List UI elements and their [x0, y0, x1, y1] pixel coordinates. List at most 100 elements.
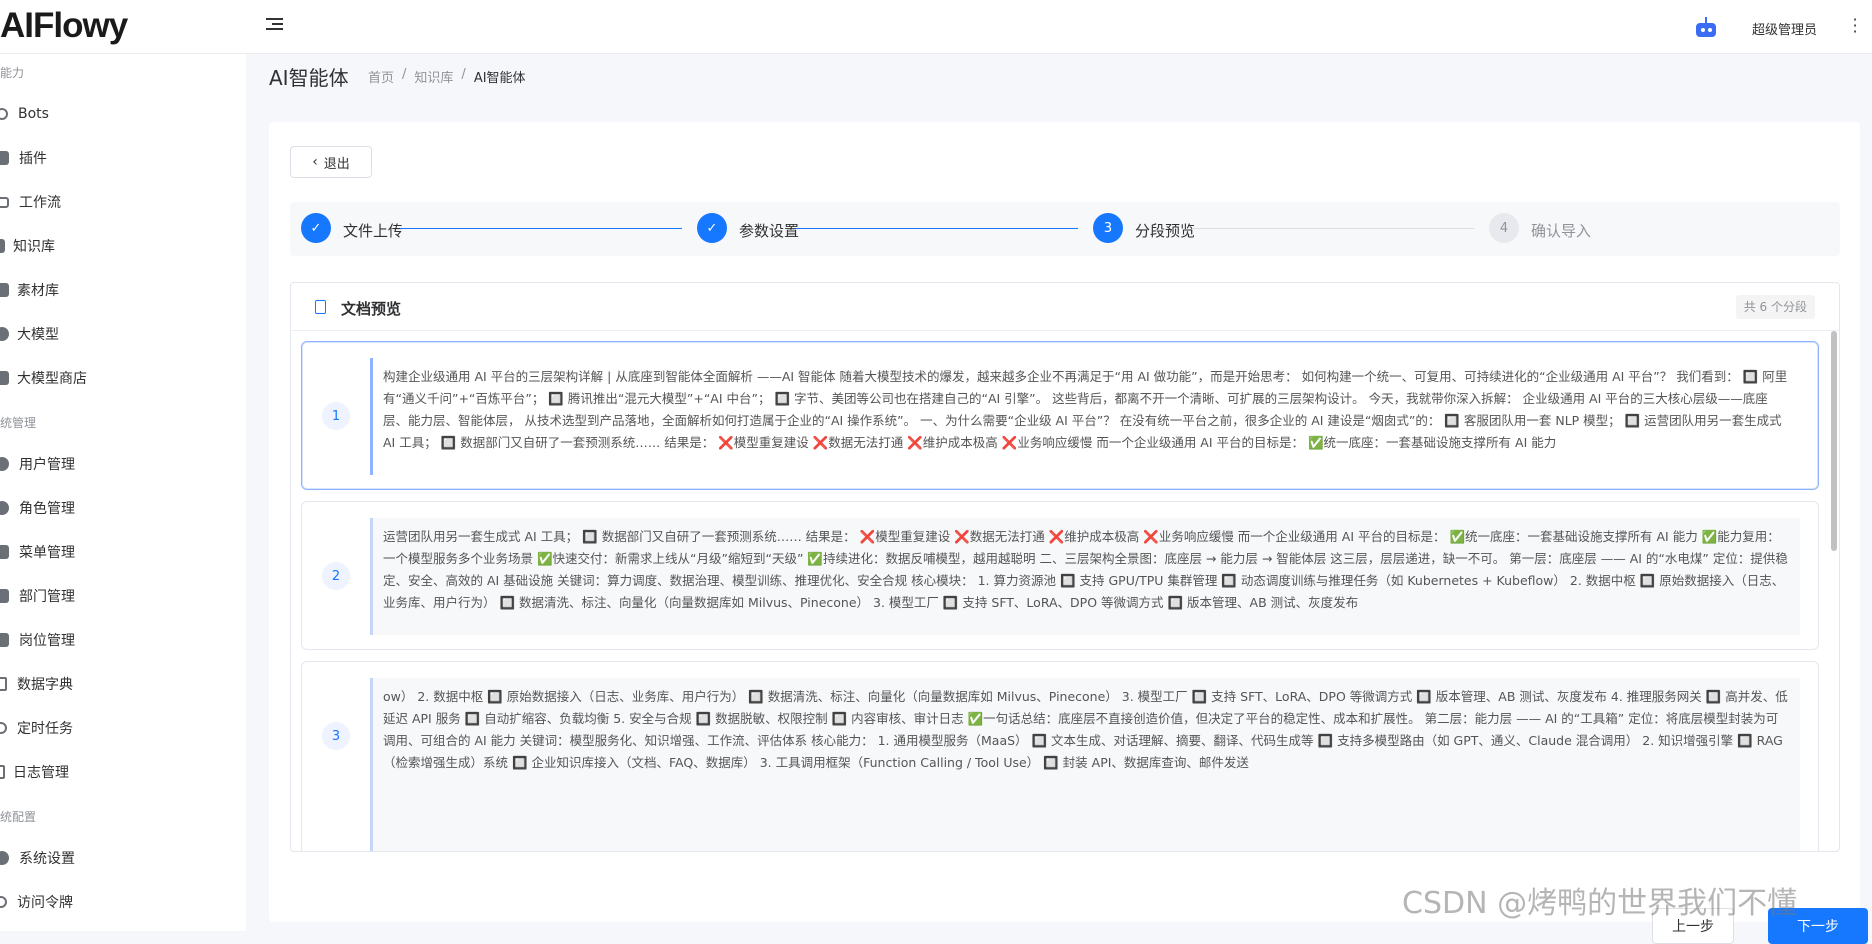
step-connector	[796, 228, 1078, 229]
step-4-number: 4	[1489, 213, 1519, 243]
sidebar-item-label: 系统设置	[19, 851, 75, 867]
user-icon	[0, 457, 9, 471]
sidebar-group-ai: 能力	[0, 66, 25, 80]
segment-text: ow） 2. 数据中枢 🔲 原始数据接入（日志、业务库、用户行为） 🔲 数据清洗…	[370, 678, 1800, 851]
preview-scrollbar[interactable]	[1831, 331, 1839, 571]
sidebar-item-label: Bots	[18, 106, 49, 122]
sidebar-item-label: 访问令牌	[17, 895, 73, 911]
sidebar-item-models[interactable]: 大模型	[0, 312, 246, 356]
main-content: AI智能体 首页 / 知识库 / AI智能体 ‹ 退出 ✓ 文件上传 ✓ 参数设…	[246, 54, 1872, 944]
sidebar-item-workflow[interactable]: 工作流	[0, 180, 246, 224]
exit-label: 退出	[323, 156, 350, 172]
dictionary-icon	[0, 677, 7, 691]
sidebar-item-label: 插件	[19, 151, 47, 167]
app-logo[interactable]: AIFlowy	[0, 6, 128, 46]
segment-number: 1	[322, 402, 350, 430]
log-icon	[0, 765, 5, 779]
sidebar-item-positions[interactable]: 岗位管理	[0, 618, 246, 662]
sidebar-item-label: 定时任务	[17, 721, 73, 737]
step-connector	[1192, 228, 1474, 229]
sidebar-item-label: 知识库	[13, 239, 55, 255]
sidebar-item-label: 素材库	[17, 283, 59, 299]
sidebar-item-users[interactable]: 用户管理	[0, 442, 246, 486]
sidebar-item-bots[interactable]: Bots	[0, 92, 246, 136]
role-icon	[0, 501, 9, 515]
step-2-label: 参数设置	[739, 222, 800, 240]
step-1-label: 文件上传	[343, 222, 404, 240]
menu-icon	[0, 545, 9, 559]
csdn-watermark: CSDN @烤鸭的世界我们不懂	[1402, 886, 1798, 921]
sidebar-item-plugins[interactable]: 插件	[0, 136, 246, 180]
step-3-number: 3	[1093, 213, 1123, 243]
breadcrumb: 首页 / 知识库 / AI智能体	[368, 67, 526, 86]
sidebar-item-model-store[interactable]: 大模型商店	[0, 356, 246, 400]
sidebar-item-label: 菜单管理	[19, 545, 75, 561]
scrollbar-thumb[interactable]	[1831, 331, 1837, 551]
sidebar-item-knowledge[interactable]: 知识库	[0, 224, 246, 268]
step-connector	[400, 228, 682, 229]
sidebar-item-access-tokens[interactable]: 访问令牌	[0, 880, 246, 924]
token-icon	[0, 896, 7, 908]
robot-avatar-icon[interactable]	[1693, 17, 1719, 39]
sidebar-group-config: 统配置	[0, 810, 37, 824]
menu-fold-icon[interactable]	[266, 18, 283, 32]
sidebar-item-label: 日志管理	[13, 765, 69, 781]
more-vertical-icon[interactable]: · · ·	[1852, 12, 1858, 40]
step-4-label: 确认导入	[1531, 222, 1592, 240]
breadcrumb-separator: /	[461, 67, 466, 82]
sidebar-item-label: 用户管理	[19, 457, 75, 473]
preview-header: 文档预览 共 6 个分段	[291, 283, 1839, 331]
breadcrumb-separator: /	[402, 67, 407, 82]
document-icon	[315, 300, 326, 314]
clock-icon	[0, 722, 7, 734]
preview-title: 文档预览	[341, 300, 402, 318]
sidebar-item-materials[interactable]: 素材库	[0, 268, 246, 312]
sidebar-item-label: 数据字典	[17, 677, 73, 693]
sidebar-item-scheduled-tasks[interactable]: 定时任务	[0, 706, 246, 750]
sidebar-group-system: 统管理	[0, 416, 37, 430]
segment-number: 3	[322, 722, 350, 750]
segment-item[interactable]: 1 构建企业级通用 AI 平台的三层架构详解 | 从底座到智能体全面解析 ——A…	[301, 341, 1819, 490]
segment-number: 2	[322, 562, 350, 590]
plugin-icon	[0, 151, 9, 165]
sidebar-item-label: 大模型	[17, 327, 59, 343]
sidebar-item-label: 角色管理	[19, 501, 75, 517]
sidebar-item-label: 工作流	[19, 195, 61, 211]
model-icon	[0, 327, 9, 341]
sidebar-item-settings[interactable]: 系统设置	[0, 836, 246, 880]
exit-button[interactable]: ‹ 退出	[290, 146, 372, 178]
chevron-left-icon: ‹	[312, 154, 318, 170]
sidebar-item-dictionary[interactable]: 数据字典	[0, 662, 246, 706]
top-bar: AIFlowy 超级管理员 · · ·	[0, 0, 1872, 54]
page-title: AI智能体	[269, 66, 349, 90]
layers-icon	[0, 283, 9, 297]
department-icon	[0, 589, 9, 603]
bot-icon	[0, 108, 8, 120]
breadcrumb-home[interactable]: 首页	[368, 67, 394, 86]
step-2-check-icon: ✓	[697, 213, 727, 243]
sidebar-item-label: 部门管理	[19, 589, 75, 605]
workflow-icon	[0, 196, 9, 208]
breadcrumb-knowledge[interactable]: 知识库	[414, 67, 453, 86]
segment-text: 运营团队用另一套生成式 AI 工具； 🔲 数据部门又自研了一套预测系统…… 结果…	[370, 518, 1800, 635]
sidebar-item-departments[interactable]: 部门管理	[0, 574, 246, 618]
step-3-label: 分段预览	[1135, 222, 1196, 240]
sidebar-item-label: 大模型商店	[17, 371, 87, 387]
segment-item[interactable]: 3 ow） 2. 数据中枢 🔲 原始数据接入（日志、业务库、用户行为） 🔲 数据…	[301, 661, 1819, 851]
sidebar: 能力 Bots 插件 工作流 知识库 素材库 大模型 大模型商店 统管理 用户管…	[0, 54, 246, 931]
import-card: ‹ 退出 ✓ 文件上传 ✓ 参数设置 3 分段预览 4 确认导入 文档预览 共 …	[269, 122, 1868, 944]
sidebar-item-roles[interactable]: 角色管理	[0, 486, 246, 530]
segment-text: 构建企业级通用 AI 平台的三层架构详解 | 从底座到智能体全面解析 ——AI …	[370, 358, 1800, 475]
segment-count-badge: 共 6 个分段	[1735, 295, 1815, 319]
breadcrumb-current: AI智能体	[473, 71, 526, 86]
sidebar-item-menus[interactable]: 菜单管理	[0, 530, 246, 574]
step-1-check-icon: ✓	[301, 213, 331, 243]
user-name[interactable]: 超级管理员	[1752, 19, 1817, 38]
book-icon	[0, 239, 5, 253]
position-icon	[0, 633, 9, 647]
sidebar-item-label: 岗位管理	[19, 633, 75, 649]
store-icon	[0, 371, 9, 385]
step-bar: ✓ 文件上传 ✓ 参数设置 3 分段预览 4 确认导入	[290, 202, 1840, 256]
segment-item[interactable]: 2 运营团队用另一套生成式 AI 工具； 🔲 数据部门又自研了一套预测系统…… …	[301, 501, 1819, 650]
sidebar-item-logs[interactable]: 日志管理	[0, 750, 246, 794]
